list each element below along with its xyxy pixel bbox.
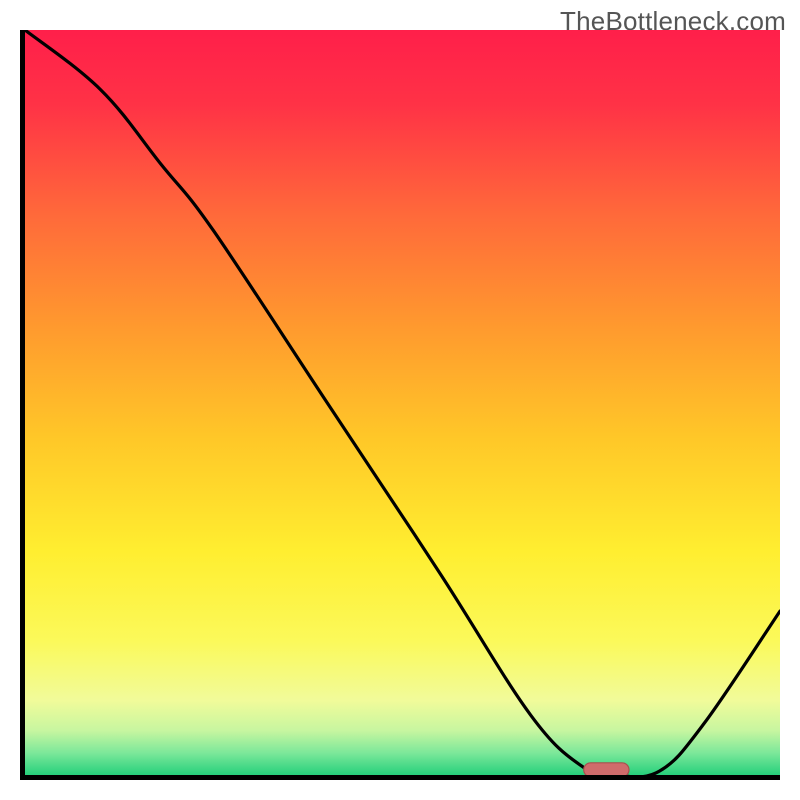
chart-container: TheBottleneck.com [0,0,800,800]
chart-plot-area [20,30,780,780]
optimal-marker [25,30,780,775]
